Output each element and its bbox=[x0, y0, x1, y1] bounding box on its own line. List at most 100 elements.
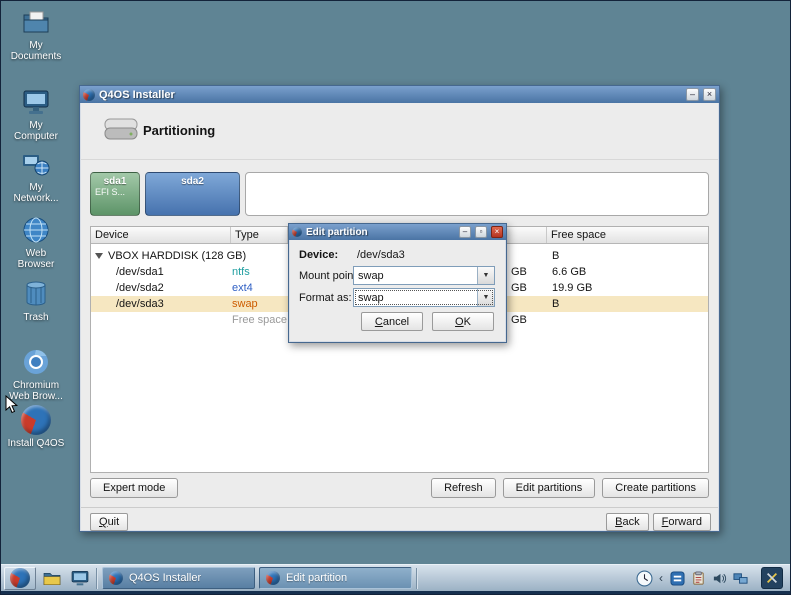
minimize-icon: – bbox=[689, 89, 695, 99]
desktop-icon-label: My Documents bbox=[10, 40, 62, 62]
cell-free-space: B bbox=[552, 250, 560, 262]
keyboard-layout-icon[interactable] bbox=[669, 570, 686, 587]
partition-segment-free[interactable] bbox=[245, 172, 709, 216]
cell-used-fragment: GB bbox=[511, 282, 527, 294]
desktop-icon-web-browser[interactable]: Web Browser bbox=[7, 215, 65, 270]
partition-label: sda2 bbox=[181, 176, 204, 187]
keyboard-glyph bbox=[670, 570, 685, 586]
desktop-icon-chromium[interactable]: Chromium Web Brow... bbox=[7, 347, 65, 402]
forward-button[interactable]: Forward bbox=[652, 513, 711, 531]
screen-edge bbox=[1, 591, 790, 594]
desktop-icon-label: Trash bbox=[23, 312, 49, 323]
desktop-icon-trash[interactable]: Trash bbox=[7, 279, 65, 323]
start-menu-button[interactable] bbox=[4, 566, 36, 590]
desktop-icon-my-computer[interactable]: My Computer bbox=[7, 87, 65, 142]
action-button-row: Expert mode Refresh Edit partitions Crea… bbox=[90, 478, 709, 498]
desktop-icon-my-network[interactable]: My Network... bbox=[7, 149, 65, 204]
cell-free-space: B bbox=[552, 298, 560, 310]
desktop-icon-label: Web Browser bbox=[17, 248, 55, 270]
dropdown-glyph: ▼ bbox=[482, 272, 490, 279]
task-button-installer[interactable]: Q4OS Installer bbox=[102, 567, 255, 589]
chevron-down-icon[interactable]: ▼ bbox=[477, 289, 494, 306]
minimize-button[interactable]: – bbox=[686, 88, 699, 101]
chromium-icon bbox=[24, 350, 48, 374]
q4os-logo-icon bbox=[10, 568, 30, 588]
edit-partitions-button[interactable]: Edit partitions bbox=[502, 478, 596, 498]
desktop-monitor-icon bbox=[71, 571, 89, 586]
edit-partition-dialog: Edit partition – ▫ × Device: /dev/sda3 M… bbox=[288, 223, 507, 343]
forward-accel: F bbox=[661, 516, 669, 528]
partitioning-header: Partitioning bbox=[81, 103, 718, 160]
taskbar: Q4OS Installer Edit partition ‹ bbox=[1, 564, 790, 591]
chevron-down-icon[interactable]: ▼ bbox=[477, 267, 494, 284]
dialog-title: Edit partition bbox=[306, 226, 368, 238]
device-value: /dev/sda3 bbox=[357, 249, 405, 261]
desktop-icon-my-documents[interactable]: My Documents bbox=[7, 7, 65, 62]
desktop-icon-label: My Network... bbox=[13, 182, 59, 204]
clock-icon[interactable] bbox=[636, 570, 653, 587]
mount-point-combobox[interactable]: swap ▼ bbox=[353, 266, 495, 285]
expander-icon[interactable] bbox=[95, 253, 103, 259]
panel-settings-icon[interactable] bbox=[761, 567, 783, 589]
taskbar-divider bbox=[416, 567, 418, 589]
clock-face bbox=[636, 570, 653, 586]
cell-device: /dev/sda1 bbox=[116, 266, 164, 278]
page-title: Partitioning bbox=[143, 123, 216, 138]
dialog-button-row: Cancel OK bbox=[361, 312, 494, 331]
installer-titlebar[interactable]: Q4OS Installer – × bbox=[80, 86, 719, 103]
quicklaunch-desktop-button[interactable] bbox=[68, 567, 92, 590]
my-computer-icon bbox=[23, 90, 49, 114]
dialog-titlebar[interactable]: Edit partition – ▫ × bbox=[289, 224, 506, 240]
format-as-combobox[interactable]: swap ▼ bbox=[353, 288, 495, 307]
footer-button-row: Quit Back Forward bbox=[90, 513, 711, 531]
partition-segment-sda1[interactable]: sda1 EFI S... bbox=[90, 172, 140, 216]
quicklaunch-home-button[interactable] bbox=[40, 567, 64, 590]
network-glyph bbox=[733, 572, 748, 584]
footer-separator bbox=[81, 507, 718, 508]
trash-icon bbox=[26, 281, 46, 306]
network-icon[interactable] bbox=[732, 570, 749, 587]
quit-button[interactable]: Quit bbox=[90, 513, 129, 531]
task-button-edit-partition[interactable]: Edit partition bbox=[259, 567, 412, 589]
cell-device: VBOX HARDDISK (128 GB) bbox=[108, 250, 247, 262]
quit-rest: uit bbox=[107, 516, 120, 528]
column-header-device[interactable]: Device bbox=[91, 227, 231, 243]
ok-button[interactable]: OK bbox=[432, 312, 494, 331]
column-header-free-space[interactable]: Free space bbox=[547, 227, 708, 243]
back-button[interactable]: Back bbox=[606, 513, 649, 531]
partition-sublabel: EFI S... bbox=[95, 187, 126, 197]
minimize-button[interactable]: – bbox=[459, 226, 471, 238]
web-browser-icon bbox=[23, 217, 49, 243]
volume-icon[interactable] bbox=[711, 570, 728, 587]
close-button[interactable]: × bbox=[491, 226, 503, 238]
mount-point-value: swap bbox=[358, 269, 384, 282]
create-partitions-button[interactable]: Create partitions bbox=[602, 478, 709, 498]
speaker-glyph bbox=[713, 573, 727, 583]
cell-used-fragment: GB bbox=[511, 266, 527, 278]
cell-type: Free space bbox=[232, 314, 288, 326]
my-documents-icon bbox=[23, 11, 49, 33]
tray-collapse-arrow-icon[interactable]: ‹ bbox=[657, 571, 665, 585]
home-folder-icon bbox=[43, 573, 61, 585]
refresh-button[interactable]: Refresh bbox=[431, 478, 496, 498]
ok-rest: K bbox=[463, 315, 471, 328]
partition-segment-sda2[interactable]: sda2 bbox=[145, 172, 240, 216]
q4os-logo-icon bbox=[109, 571, 123, 585]
cell-type: ntfs bbox=[232, 266, 250, 278]
clipboard-glyph bbox=[693, 570, 704, 585]
format-as-value: swap bbox=[358, 291, 384, 304]
maximize-button[interactable]: ▫ bbox=[475, 226, 487, 238]
column-header-type[interactable]: Type bbox=[231, 227, 288, 243]
cancel-rest: ancel bbox=[382, 315, 410, 328]
back-accel: B bbox=[615, 516, 623, 528]
cell-device: /dev/sda3 bbox=[116, 298, 164, 310]
clipboard-icon[interactable] bbox=[690, 570, 707, 587]
expert-mode-button[interactable]: Expert mode bbox=[90, 478, 179, 498]
q4os-logo-icon bbox=[83, 88, 95, 101]
q4os-logo-icon bbox=[21, 405, 51, 435]
desktop-icon-label: My Computer bbox=[14, 120, 58, 142]
close-icon: × bbox=[706, 89, 713, 99]
close-button[interactable]: × bbox=[703, 88, 716, 101]
cancel-button[interactable]: Cancel bbox=[361, 312, 423, 331]
back-rest: ack bbox=[622, 516, 640, 528]
